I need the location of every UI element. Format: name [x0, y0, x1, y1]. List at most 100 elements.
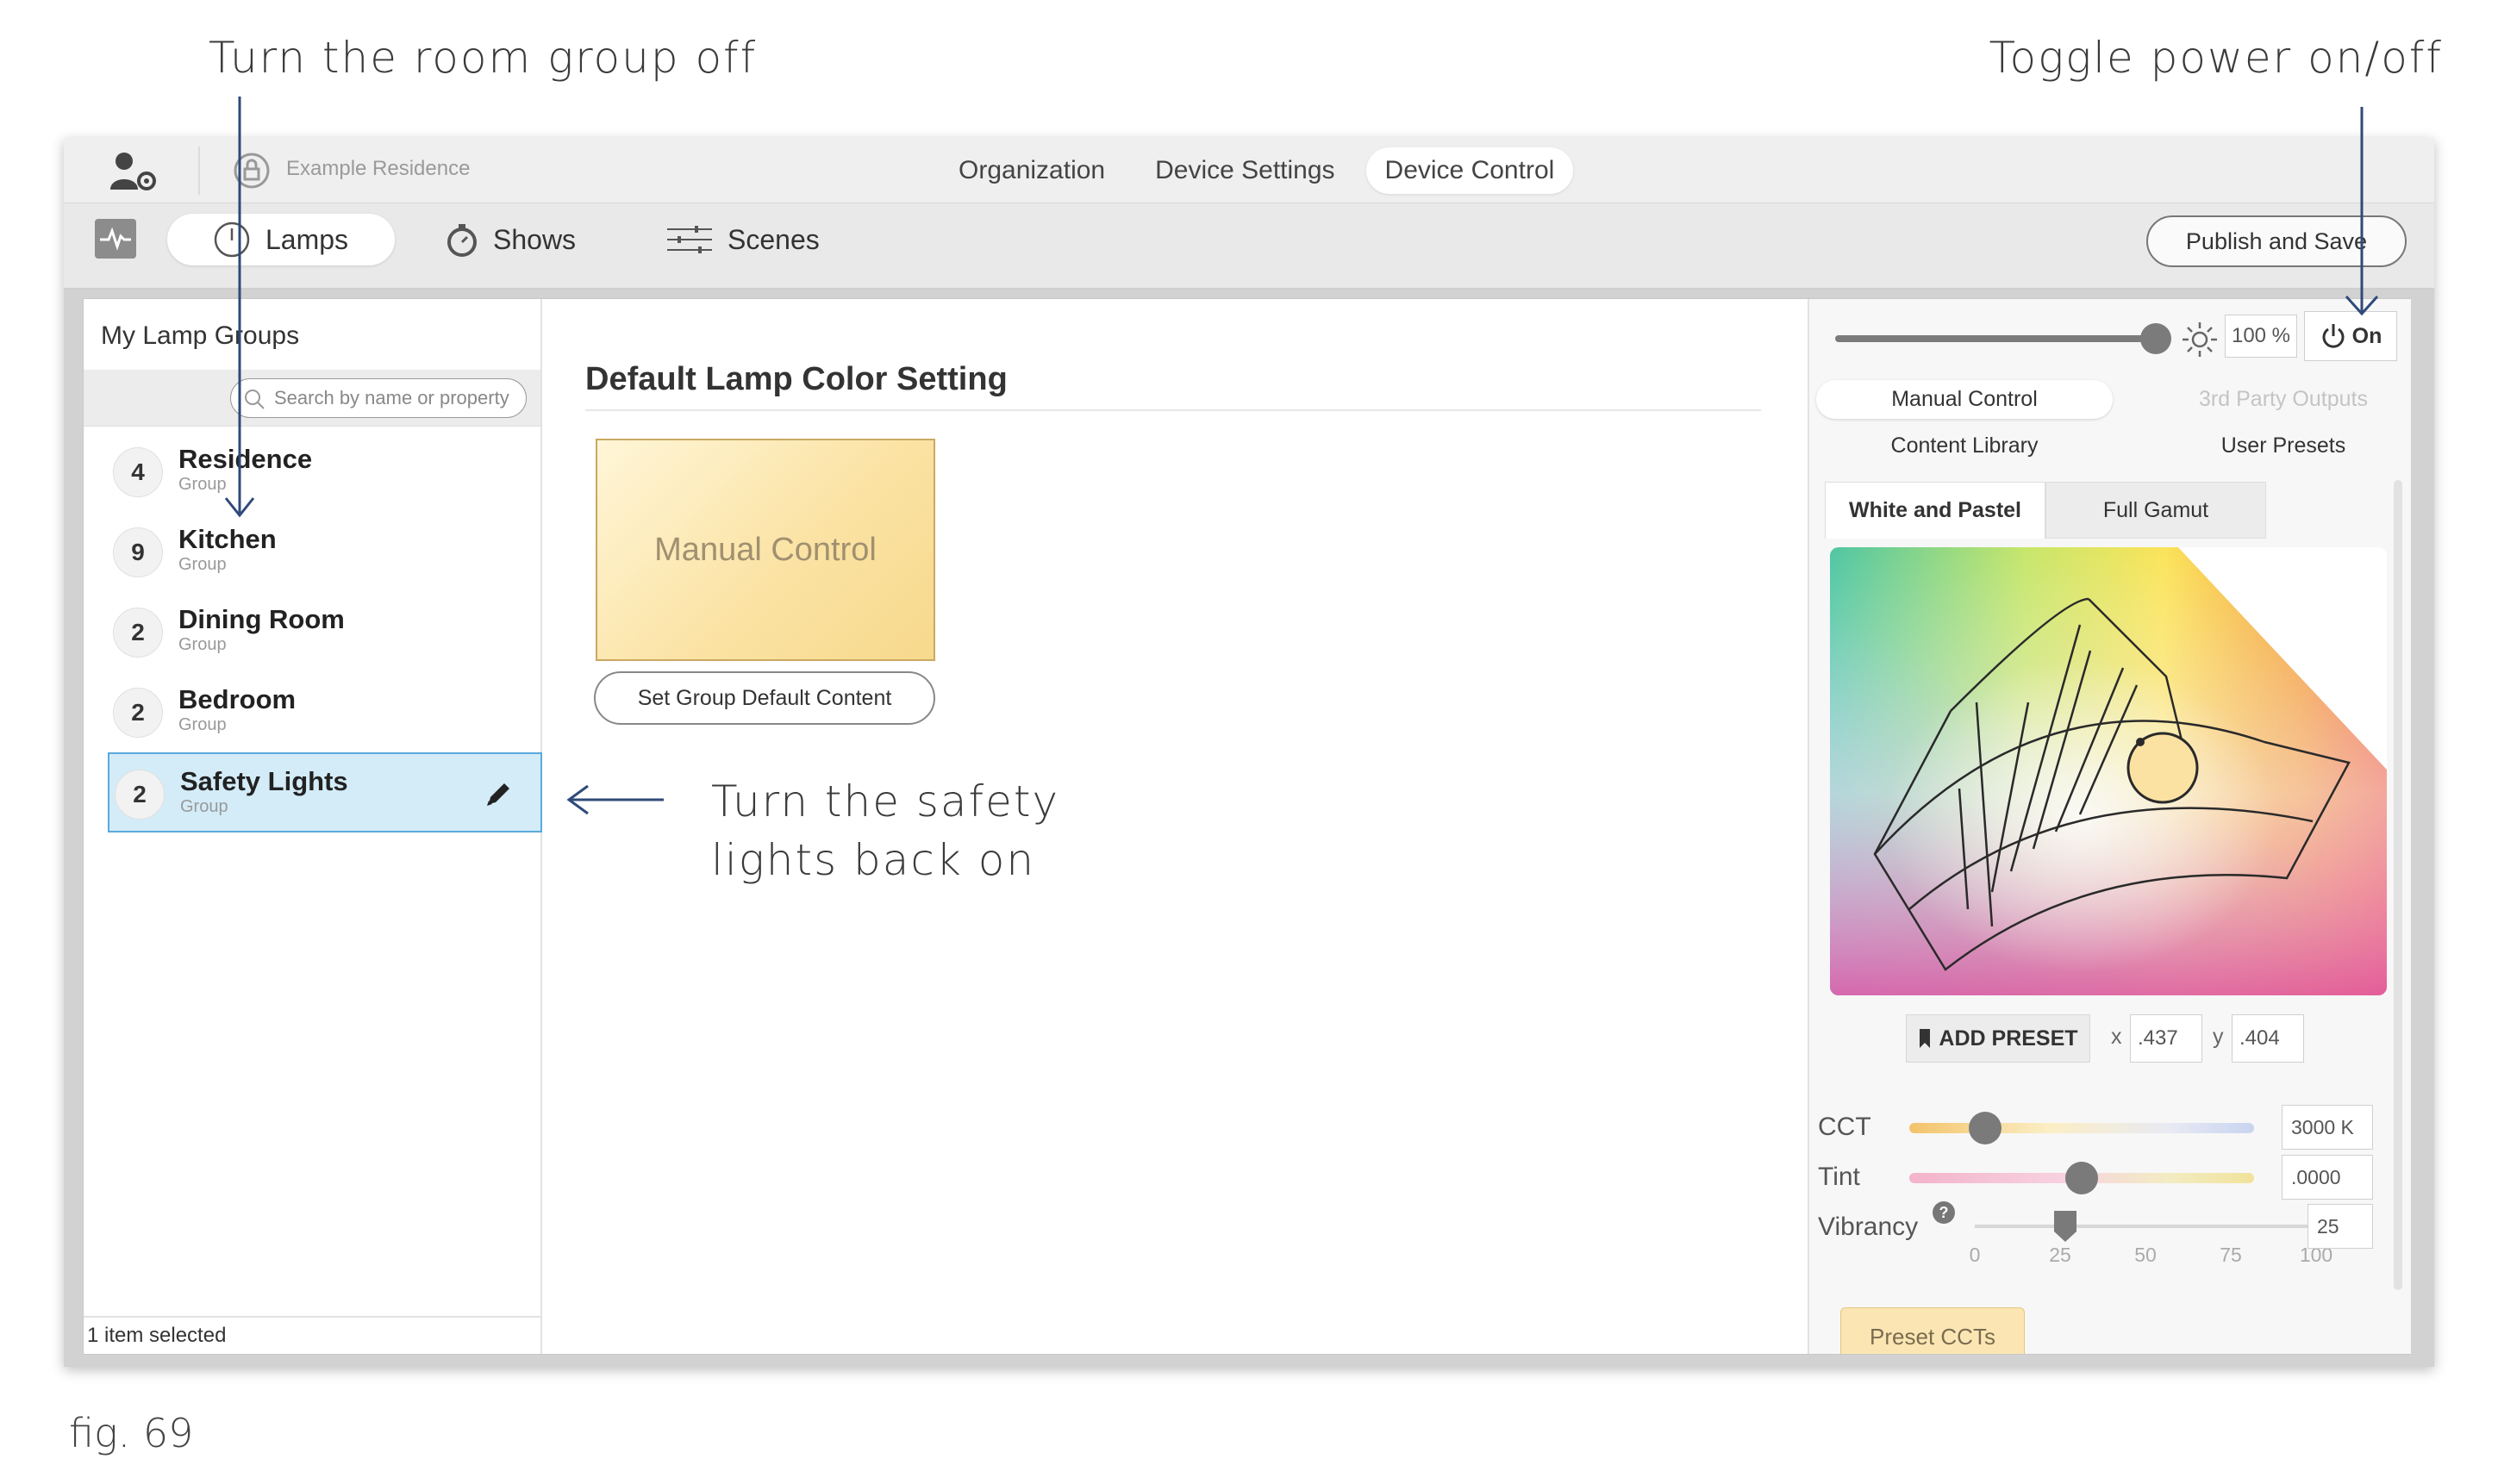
- preset-ccts-button[interactable]: Preset CCTs: [1840, 1307, 2025, 1354]
- search-icon: [245, 390, 265, 409]
- vibrancy-slider[interactable]: [1975, 1225, 2316, 1228]
- group-count-badge: 4: [113, 447, 163, 497]
- vibrancy-tick: 50: [2134, 1244, 2157, 1266]
- y-coordinate-label: y: [2213, 1025, 2224, 1049]
- tint-label: Tint: [1818, 1163, 1860, 1191]
- pencil-icon[interactable]: [482, 776, 516, 811]
- group-name: Kitchen: [178, 524, 277, 554]
- app-window: Example Residence Organization Device Se…: [64, 138, 2434, 1367]
- selection-status: 1 item selected: [84, 1316, 540, 1354]
- group-type: Group: [178, 555, 227, 574]
- lamp-groups-panel: My Lamp Groups Search by name or propert…: [84, 299, 542, 1354]
- default-color-title: Default Lamp Color Setting: [585, 361, 1008, 397]
- group-type: Group: [180, 797, 228, 816]
- color-picker-field[interactable]: [1830, 547, 2387, 995]
- brightness-value[interactable]: 100 %: [2225, 315, 2297, 358]
- group-row-bedroom[interactable]: 2 Bedroom Group: [108, 672, 542, 752]
- nav-device-settings[interactable]: Device Settings: [1136, 147, 1353, 194]
- vibrancy-tick: 75: [2220, 1244, 2242, 1266]
- power-label: On: [2351, 323, 2382, 348]
- nav-organization[interactable]: Organization: [940, 147, 1124, 194]
- search-input[interactable]: Search by name or property: [230, 378, 527, 418]
- top-bar: Example Residence Organization Device Se…: [64, 138, 2434, 203]
- tab-full-gamut[interactable]: Full Gamut: [2045, 482, 2266, 539]
- control-tabs: Manual Control 3rd Party Outputs Content…: [1809, 377, 2411, 473]
- cct-slider[interactable]: [1909, 1123, 2254, 1133]
- brightness-sun-icon: [2183, 322, 2217, 357]
- cct-slider-handle[interactable]: [1969, 1112, 2002, 1144]
- callout-toggle-power: Toggle power on/off: [1989, 33, 2443, 83]
- callout-room-group-off: Turn the room group off: [209, 33, 758, 83]
- pulse-icon[interactable]: [95, 219, 136, 259]
- group-row-dining-room[interactable]: 2 Dining Room Group: [108, 592, 542, 672]
- user-settings-icon[interactable]: [107, 150, 159, 193]
- power-toggle-button[interactable]: On: [2304, 311, 2397, 361]
- main-content: My Lamp Groups Search by name or propert…: [83, 298, 2411, 1355]
- tab-white-and-pastel[interactable]: White and Pastel: [1825, 482, 2045, 539]
- lamp-icon: [214, 221, 250, 258]
- help-icon[interactable]: ?: [1932, 1200, 1956, 1225]
- group-count-badge: 2: [115, 770, 165, 820]
- tab-scenes[interactable]: Scenes: [621, 214, 865, 265]
- publish-and-save-button[interactable]: Publish and Save: [2146, 215, 2407, 267]
- add-preset-button[interactable]: ADD PRESET: [1906, 1014, 2090, 1063]
- vibrancy-slider-handle[interactable]: [2052, 1209, 2078, 1244]
- y-coordinate-field[interactable]: .404: [2232, 1014, 2304, 1063]
- callout-safety-lights-line1: Turn the safety: [711, 776, 1060, 826]
- tab-content-library[interactable]: Content Library: [1844, 433, 2085, 458]
- figure-label: fig. 69: [69, 1410, 194, 1456]
- search-placeholder: Search by name or property: [274, 387, 509, 408]
- panel-scrollbar[interactable]: [2394, 480, 2402, 1290]
- group-type: Group: [178, 635, 227, 654]
- x-coordinate-field[interactable]: .437: [2130, 1014, 2202, 1063]
- tint-value-field[interactable]: .0000: [2282, 1155, 2373, 1200]
- default-color-swatch[interactable]: Manual Control: [596, 439, 935, 661]
- group-row-kitchen[interactable]: 9 Kitchen Group: [108, 512, 542, 592]
- vibrancy-tick: 25: [2049, 1244, 2071, 1266]
- group-name: Residence: [178, 444, 313, 474]
- mode-toolbar: Lamps Shows Scenes Publish and Save: [64, 203, 2434, 290]
- topbar-divider: [198, 147, 200, 195]
- brightness-slider[interactable]: [1835, 335, 2158, 342]
- group-name: Dining Room: [178, 604, 345, 634]
- lamp-groups-title: My Lamp Groups: [101, 321, 300, 350]
- power-icon: [2322, 324, 2345, 348]
- vibrancy-tick: 0: [1969, 1244, 1981, 1266]
- group-name: Safety Lights: [180, 766, 348, 796]
- tab-shows[interactable]: Shows: [400, 214, 621, 265]
- tab-manual-control[interactable]: Manual Control: [1816, 380, 2113, 419]
- tab-3rd-party-outputs[interactable]: 3rd Party Outputs: [2171, 387, 2395, 412]
- group-row-safety-lights[interactable]: 2 Safety Lights Group: [108, 752, 542, 832]
- group-list: 4 Residence Group 9 Kitchen Group 2 Dini…: [108, 432, 542, 832]
- top-nav: Organization Device Settings Device Cont…: [940, 143, 1574, 198]
- group-type: Group: [178, 475, 227, 494]
- bookmark-icon: [1920, 1029, 1931, 1048]
- callout-safety-lights-line2: lights back on: [711, 835, 1036, 885]
- tab-lamps[interactable]: Lamps: [167, 214, 395, 265]
- tint-slider-handle[interactable]: [2065, 1162, 2098, 1194]
- set-group-default-button[interactable]: Set Group Default Content: [594, 671, 935, 725]
- tab-scenes-label: Scenes: [728, 223, 820, 255]
- manual-control-panel: 100 % On Manual Control 3rd Party Output…: [1808, 299, 2411, 1354]
- stopwatch-icon: [447, 224, 477, 257]
- group-row-residence[interactable]: 4 Residence Group: [108, 432, 542, 512]
- residence-name[interactable]: Example Residence: [286, 157, 470, 181]
- residence-lock-icon: [234, 153, 270, 189]
- callout-safety-lights: Turn the safety lights back on: [711, 772, 1059, 889]
- tab-lamps-label: Lamps: [265, 223, 349, 255]
- sliders-icon: [667, 226, 712, 253]
- vibrancy-value-field[interactable]: 25: [2308, 1204, 2373, 1249]
- group-count-badge: 2: [113, 608, 163, 658]
- brightness-slider-handle[interactable]: [2140, 323, 2171, 354]
- tab-user-presets[interactable]: User Presets: [2171, 433, 2395, 458]
- nav-device-control[interactable]: Device Control: [1365, 147, 1574, 194]
- cct-label: CCT: [1818, 1113, 1871, 1141]
- group-count-badge: 2: [113, 688, 163, 738]
- cct-value-field[interactable]: 3000 K: [2282, 1105, 2373, 1150]
- group-type: Group: [178, 715, 227, 734]
- title-divider: [585, 409, 1761, 411]
- tab-shows-label: Shows: [493, 223, 577, 255]
- search-bar: Search by name or property: [84, 370, 540, 427]
- group-count-badge: 9: [113, 527, 163, 577]
- gamut-tabs: White and Pastel Full Gamut: [1825, 482, 2266, 539]
